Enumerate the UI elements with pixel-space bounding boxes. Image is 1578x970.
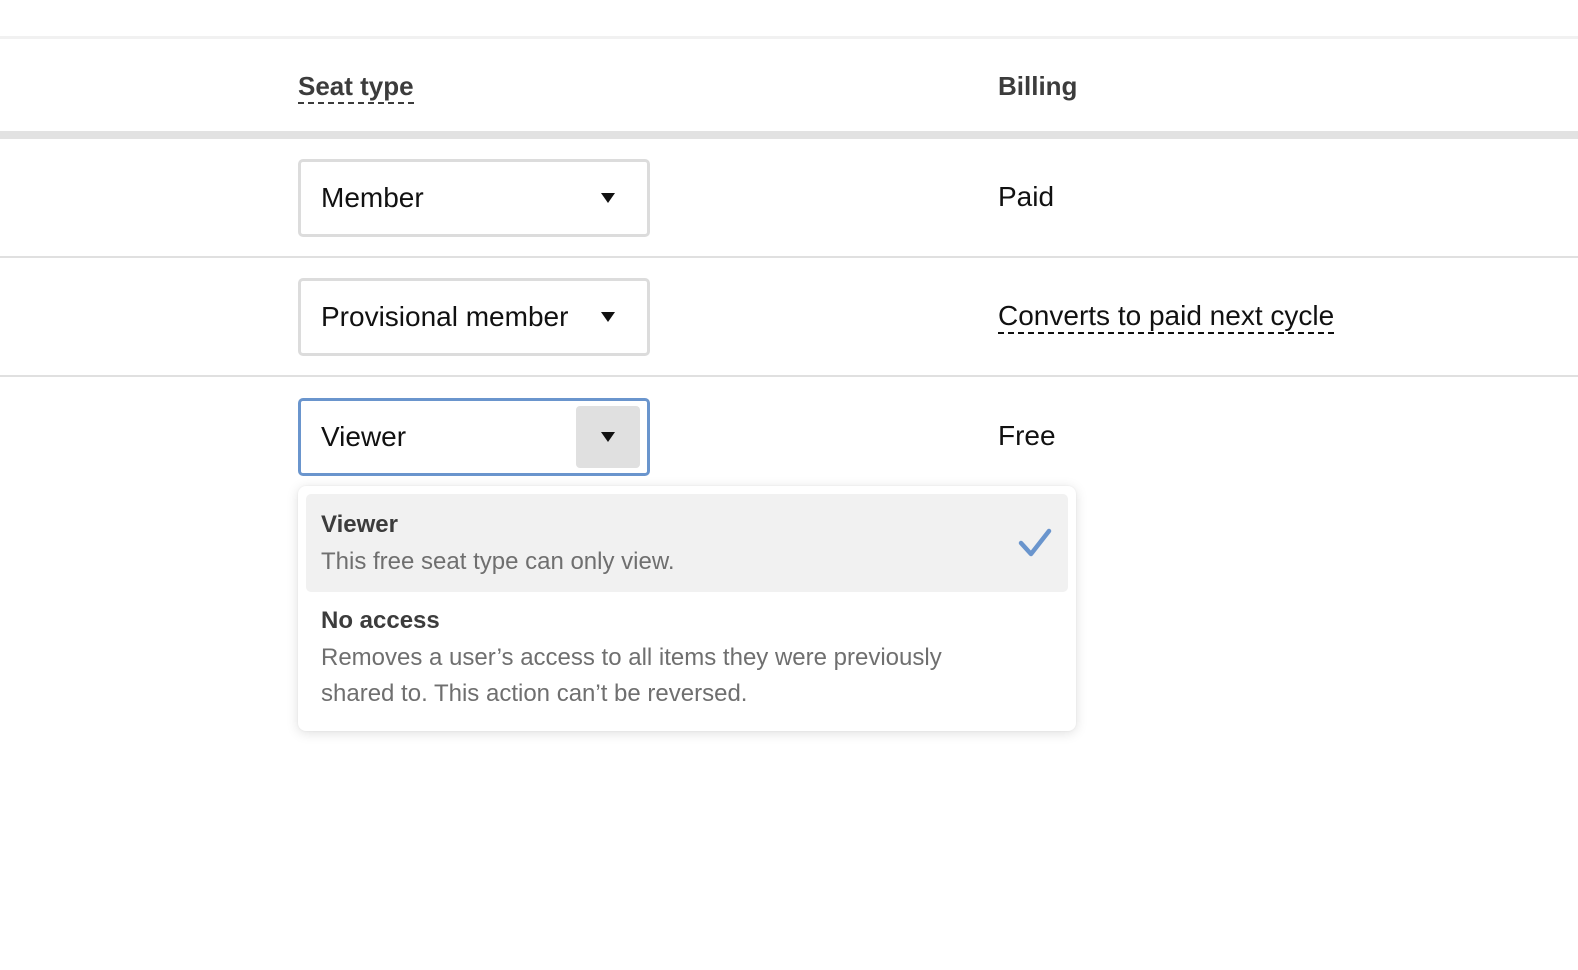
caret-down-icon [601, 193, 615, 203]
select-toggle[interactable] [576, 167, 640, 229]
row-divider [0, 375, 1578, 377]
select-toggle[interactable] [576, 406, 640, 468]
dropdown-option-no-access[interactable]: No access Removes a user’s access to all… [306, 594, 1068, 724]
seat-type-select-row-3[interactable]: Viewer [298, 398, 650, 476]
seat-type-header-label[interactable]: Seat type [298, 71, 414, 104]
select-value: Viewer [321, 421, 407, 452]
column-header-seat-type[interactable]: Seat type [298, 70, 414, 104]
option-description: This free seat type can only view. [321, 548, 675, 575]
billing-cell-row-1: Paid [998, 181, 1055, 212]
checkmark-icon [1018, 528, 1052, 557]
billing-tooltip-link[interactable]: Converts to paid next cycle [998, 300, 1335, 334]
option-title: No access [321, 607, 440, 634]
top-divider [0, 36, 1578, 39]
seat-table: Seat type Billing Member Paid Provisiona… [0, 0, 1578, 970]
caret-down-icon [601, 432, 615, 442]
option-title: Viewer [321, 511, 398, 538]
dropdown-option-viewer[interactable]: Viewer This free seat type can only view… [306, 494, 1068, 592]
row-divider [0, 256, 1578, 258]
select-toggle[interactable] [576, 286, 640, 348]
option-description: Removes a user’s access to all items the… [321, 644, 942, 707]
seat-type-select-row-1[interactable]: Member [298, 159, 650, 237]
billing-cell-row-3: Free [998, 420, 1056, 451]
caret-down-icon [601, 312, 615, 322]
column-header-billing: Billing [998, 71, 1078, 101]
select-value: Member [321, 182, 424, 213]
billing-cell-row-2[interactable]: Converts to paid next cycle [998, 296, 1335, 336]
header-divider [0, 131, 1578, 139]
seat-type-select-row-2[interactable]: Provisional member [298, 278, 650, 356]
select-value: Provisional member [321, 301, 569, 332]
seat-type-dropdown-menu: Viewer This free seat type can only view… [298, 486, 1076, 731]
